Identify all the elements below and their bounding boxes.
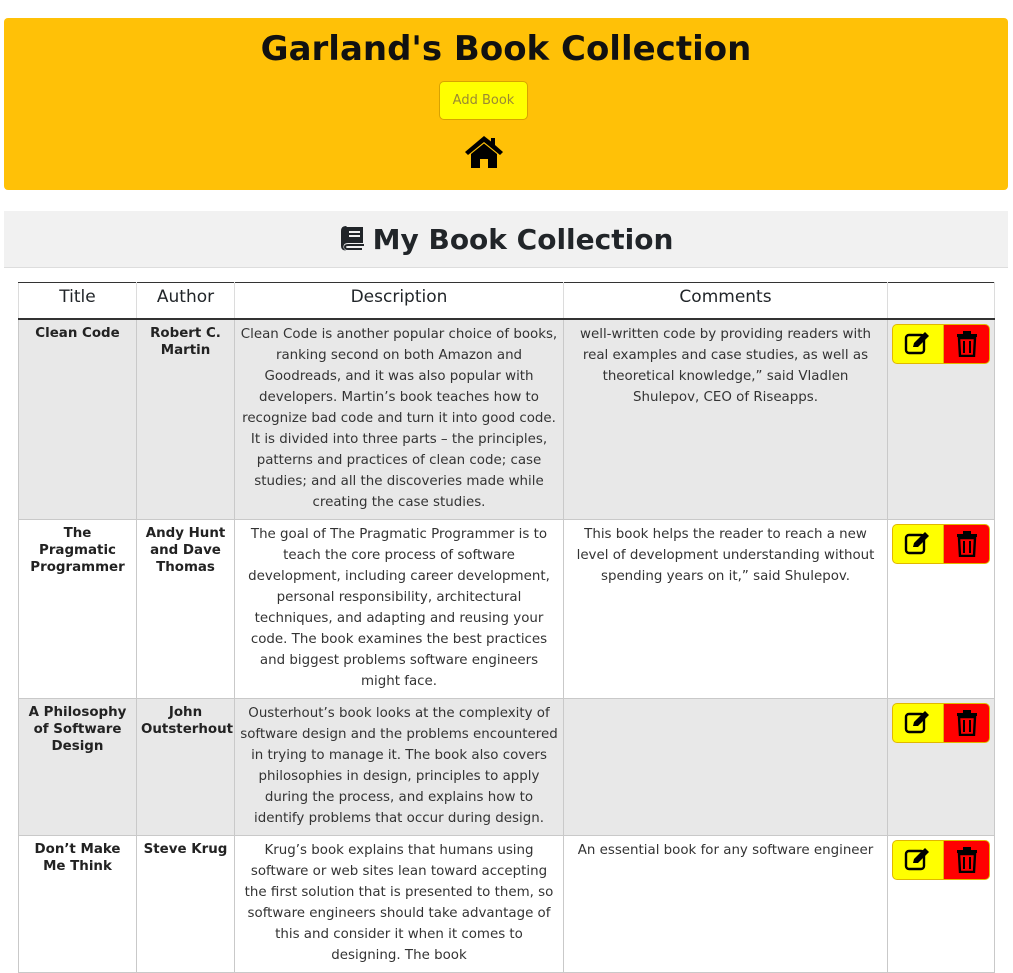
book-comments: An essential book for any software engin…: [563, 834, 888, 973]
column-header-comments: Comments: [563, 282, 888, 320]
book-title: The Pragmatic Programmer: [18, 518, 137, 699]
table-row: The Pragmatic Programmer Andy Hunt and D…: [18, 518, 995, 699]
delete-button[interactable]: [944, 839, 990, 880]
trash-icon: [956, 530, 977, 557]
edit-icon: [904, 847, 929, 870]
edit-button[interactable]: [892, 839, 944, 880]
edit-button[interactable]: [892, 702, 944, 743]
book-author: Robert C. Martin: [136, 318, 235, 520]
trash-icon: [956, 709, 977, 736]
edit-icon: [904, 531, 929, 554]
book-author: Andy Hunt and Dave Thomas: [136, 518, 235, 699]
book-author: Steve Krug: [136, 834, 235, 973]
book-icon: [340, 226, 364, 251]
table-row: A Philosophy of Software Design John Out…: [18, 697, 995, 836]
book-comments: [563, 697, 888, 836]
book-comments: This book helps the reader to reach a ne…: [563, 518, 888, 699]
collection-header: My Book Collection: [4, 211, 1008, 268]
book-title: A Philosophy of Software Design: [18, 697, 137, 836]
page-title: Garland's Book Collection: [260, 29, 752, 69]
book-author: John Outsterhout: [136, 697, 235, 836]
book-description: Ousterhout’s book looks at the complexit…: [234, 697, 564, 836]
book-title: Clean Code: [18, 318, 137, 520]
row-actions: [887, 518, 995, 699]
edit-button[interactable]: [892, 323, 944, 364]
book-description: The goal of The Pragmatic Programmer is …: [234, 518, 564, 699]
row-actions: [887, 834, 995, 973]
add-book-button[interactable]: Add Book: [439, 81, 528, 120]
book-comments: well-written code by providing readers w…: [563, 318, 888, 520]
edit-icon: [904, 710, 929, 733]
trash-icon: [956, 846, 977, 873]
row-actions: [887, 697, 995, 836]
home-icon[interactable]: [464, 134, 504, 170]
delete-button[interactable]: [944, 323, 990, 364]
trash-icon: [956, 330, 977, 357]
column-header-title: Title: [18, 282, 137, 320]
edit-icon: [904, 331, 929, 354]
delete-button[interactable]: [944, 523, 990, 564]
section-title: My Book Collection: [372, 223, 674, 256]
delete-button[interactable]: [944, 702, 990, 743]
page-header: Garland's Book Collection Add Book: [4, 18, 1008, 190]
book-title: Don’t Make Me Think: [18, 834, 137, 973]
column-header-actions: [887, 282, 995, 320]
book-description: Krug’s book explains that humans using s…: [234, 834, 564, 973]
table-row: Don’t Make Me Think Steve Krug Krug’s bo…: [18, 834, 995, 973]
table-row: Clean Code Robert C. Martin Clean Code i…: [18, 318, 995, 520]
book-description: Clean Code is another popular choice of …: [234, 318, 564, 520]
row-actions: [887, 318, 995, 520]
books-table: Title Author Description Comments Clean …: [18, 282, 995, 973]
column-header-author: Author: [136, 282, 235, 320]
column-header-description: Description: [234, 282, 564, 320]
edit-button[interactable]: [892, 523, 944, 564]
